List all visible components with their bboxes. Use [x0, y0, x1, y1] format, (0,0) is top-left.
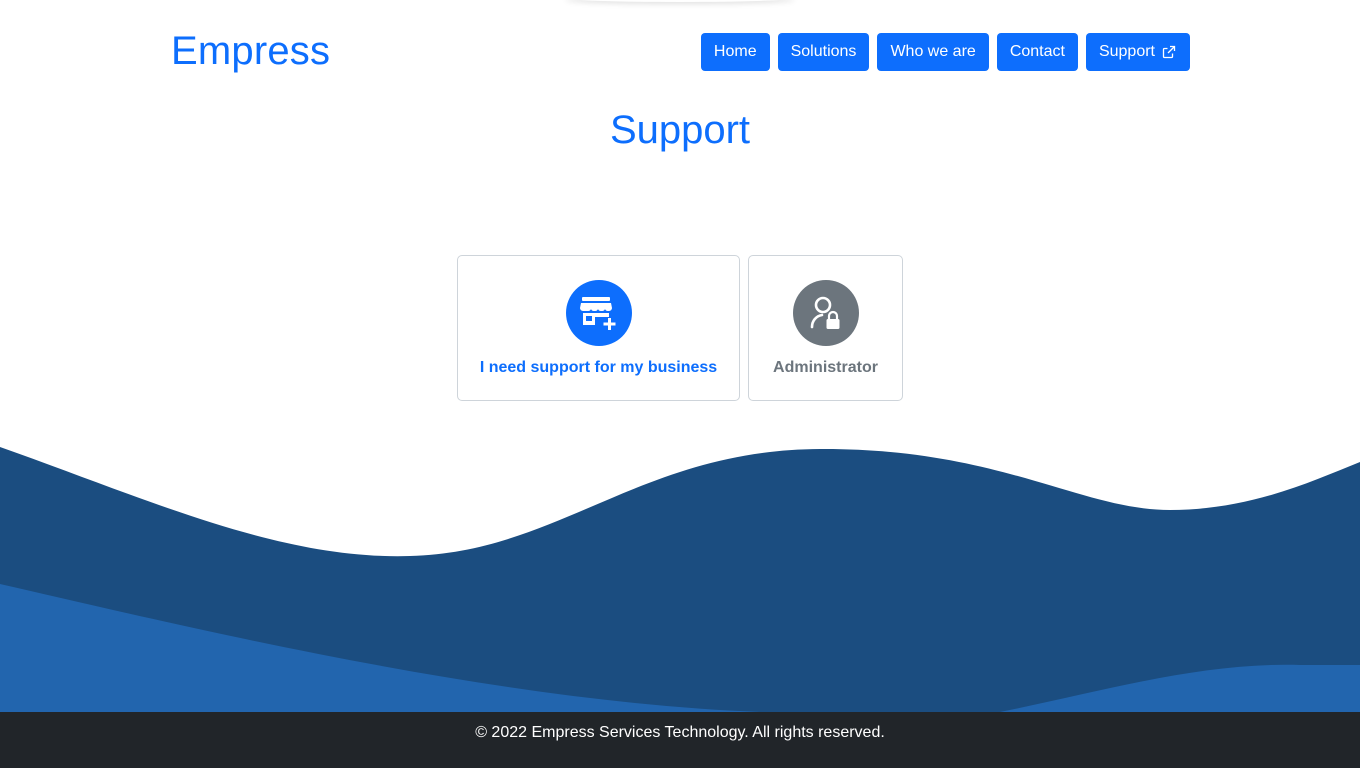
brand-logo[interactable]: Empress [171, 27, 330, 75]
copyright-text: © 2022 Empress Services Technology. All … [475, 724, 885, 741]
nav-home-label: Home [713, 43, 757, 60]
nav-support-button[interactable]: Support [1085, 33, 1190, 71]
page-title: Support [609, 108, 751, 152]
nav-solutions-button[interactable]: Solutions [777, 33, 870, 71]
nav-contact-label: Contact [1009, 43, 1065, 60]
administrator-card[interactable]: Administrator [748, 255, 903, 401]
top-shadow-decoration [565, 0, 795, 2]
person-lock-icon [792, 280, 859, 346]
shop-plus-icon [565, 280, 632, 346]
nav-who-we-are-label: Who we are [890, 43, 976, 60]
nav-solutions-label: Solutions [790, 43, 857, 60]
nav-contact-button[interactable]: Contact [996, 33, 1078, 71]
support-options: I need support for my business Administr… [457, 255, 903, 401]
decorative-waves [0, 447, 1360, 712]
business-support-card[interactable]: I need support for my business [457, 255, 740, 401]
nav-support-label: Support [1098, 43, 1155, 60]
nav-who-we-are-button[interactable]: Who we are [877, 33, 989, 71]
administrator-label: Administrator [773, 359, 878, 376]
page: Empress Home Solutions Who we are Contac… [0, 0, 1360, 768]
nav-home-button[interactable]: Home [700, 33, 770, 71]
business-support-label: I need support for my business [479, 359, 718, 376]
footer: © 2022 Empress Services Technology. All … [0, 712, 1360, 768]
main-nav: Home Solutions Who we are Contact Suppor… [700, 33, 1190, 71]
external-link-icon [1162, 45, 1176, 59]
